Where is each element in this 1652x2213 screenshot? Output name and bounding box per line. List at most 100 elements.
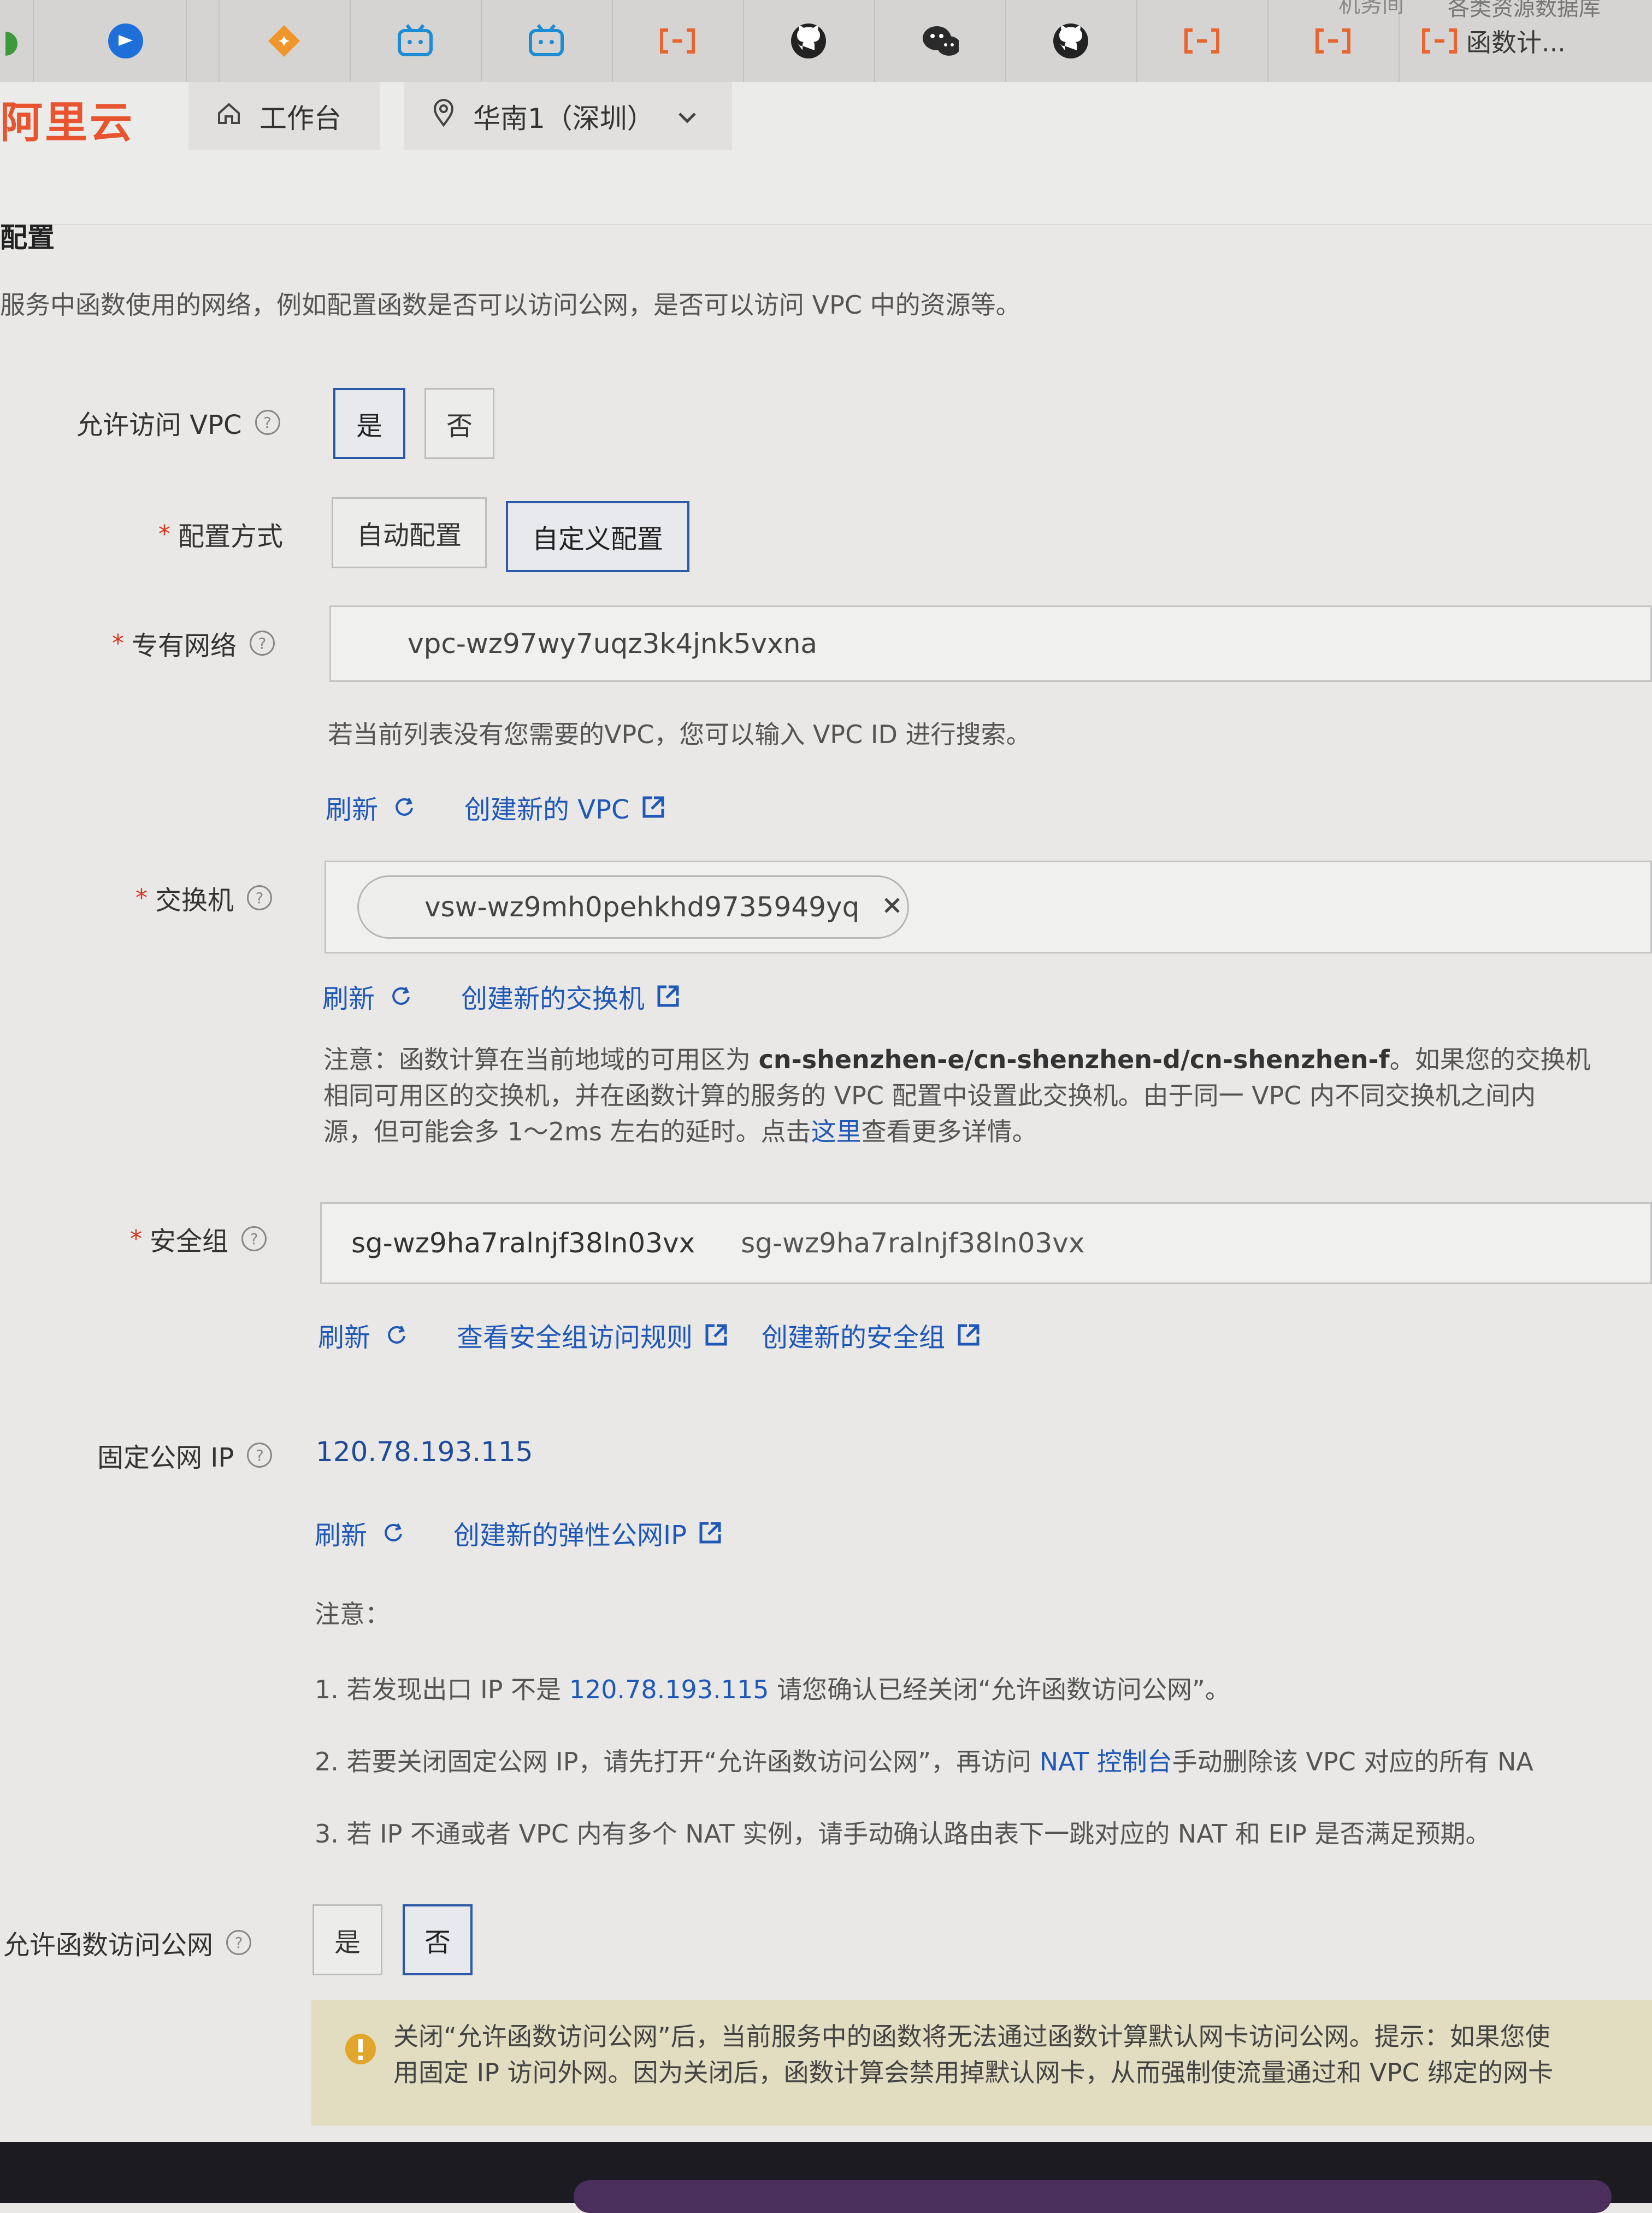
bilibili-tv-icon bbox=[527, 22, 565, 60]
create-vswitch-link[interactable]: 创建新的交换机 bbox=[461, 977, 645, 1015]
label-text: 配置方式 bbox=[178, 521, 284, 552]
note-text: 请您确认已经关闭“允许函数访问公网”。 bbox=[769, 1675, 1230, 1704]
view-sg-rules-link[interactable]: 查看安全组访问规则 bbox=[457, 1316, 693, 1354]
tab-title: 函数计... bbox=[1466, 28, 1566, 57]
external-link-icon[interactable] bbox=[704, 1322, 729, 1347]
vpc-refresh-link[interactable]: 刷新 bbox=[326, 788, 378, 826]
create-vpc-link[interactable]: 创建新的 VPC bbox=[464, 788, 630, 826]
section-title: 配置 bbox=[0, 222, 55, 254]
required-marker: * bbox=[130, 1225, 142, 1253]
eip-refresh-link[interactable]: 刷新 bbox=[315, 1514, 367, 1552]
help-icon[interactable]: ? bbox=[255, 410, 280, 435]
section-description: 服务中函数使用的网络，例如配置函数是否可以访问公网，是否可以访问 VPC 中的资… bbox=[0, 290, 1021, 320]
taskbar-dock bbox=[574, 2180, 1612, 2213]
fixed-ip-note-1: 1. 若发现出口 IP 不是 120.78.193.115 请您确认已经关闭“允… bbox=[315, 1670, 1230, 1706]
github-icon bbox=[1052, 22, 1090, 60]
external-link-icon[interactable] bbox=[656, 984, 681, 1009]
refresh-icon[interactable] bbox=[390, 985, 412, 1007]
workbench-label: 工作台 bbox=[259, 102, 341, 134]
fixed-ip-actions: 刷新 创建新的弹性公网IP bbox=[315, 1514, 756, 1552]
warning-line-1: 关闭“允许函数访问公网”后，当前服务中的函数将无法通过函数计算默认网卡访问公网。… bbox=[393, 2022, 1550, 2051]
required-marker: * bbox=[135, 884, 148, 912]
browser-tab[interactable] bbox=[481, 0, 613, 82]
vswitch-tag-value: vsw-wz9mh0pehkhd9735949yq bbox=[424, 891, 860, 923]
github-icon bbox=[789, 22, 828, 60]
warning-icon bbox=[344, 2033, 377, 2075]
browser-tab[interactable] bbox=[612, 0, 744, 82]
vpc-select[interactable]: vpc-wz97wy7uqz3k4jnk5vxna bbox=[329, 605, 1652, 682]
vpc-actions: 刷新 创建新的 VPC bbox=[326, 788, 699, 826]
browser-tab[interactable] bbox=[1005, 0, 1137, 82]
note-text: 源，但可能会多 1～2ms 左右的延时。点击 bbox=[323, 1117, 811, 1146]
vswitch-refresh-link[interactable]: 刷新 bbox=[322, 977, 375, 1015]
fixed-ip-note-2: 2. 若要关闭固定公网 IP，请先打开“允许函数访问公网”，再访问 NAT 控制… bbox=[315, 1742, 1533, 1778]
internet-access-label: 允许函数访问公网 ? bbox=[3, 1923, 252, 1962]
help-icon[interactable]: ? bbox=[247, 1443, 273, 1468]
region-label: 华南1（深圳） bbox=[473, 102, 654, 134]
browser-tab[interactable] bbox=[350, 0, 482, 82]
help-icon[interactable]: ? bbox=[247, 885, 273, 910]
vpc-hint: 若当前列表没有您需要的VPC，您可以输入 VPC ID 进行搜索。 bbox=[328, 720, 1031, 749]
config-mode-label: * 配置方式 bbox=[158, 515, 283, 553]
refresh-icon[interactable] bbox=[386, 1324, 408, 1346]
note-text: 。如果您的交换机 bbox=[1389, 1045, 1591, 1074]
browser-tab[interactable] bbox=[33, 0, 220, 82]
zones-text: cn-shenzhen-e/cn-shenzhen-d/cn-shenzhen-… bbox=[758, 1045, 1390, 1074]
external-link-icon[interactable] bbox=[956, 1322, 981, 1347]
location-pin-icon bbox=[432, 98, 456, 134]
vpc-access-label: 允许访问 VPC ? bbox=[76, 403, 280, 442]
browser-tab[interactable] bbox=[743, 0, 875, 82]
security-group-value: sg-wz9ha7ralnjf38ln03vx bbox=[351, 1227, 695, 1259]
fixed-ip-label: 固定公网 IP ? bbox=[97, 1436, 273, 1474]
auto-config-button[interactable]: 自动配置 bbox=[332, 497, 487, 568]
label-text: 允许访问 VPC bbox=[76, 410, 242, 440]
vpc-label: * 专有网络 ? bbox=[112, 624, 275, 662]
nat-console-link[interactable]: NAT 控制台 bbox=[1040, 1747, 1172, 1776]
help-icon[interactable]: ? bbox=[250, 631, 275, 656]
help-icon[interactable]: ? bbox=[226, 1930, 252, 1955]
custom-config-button[interactable]: 自定义配置 bbox=[506, 501, 689, 572]
note-text: 2. 若要关闭固定公网 IP，请先打开“允许函数访问公网”，再访问 bbox=[315, 1747, 1040, 1776]
create-sg-link[interactable]: 创建新的安全组 bbox=[762, 1316, 945, 1354]
security-group-search-input[interactable]: sg-wz9ha7ralnjf38ln03vx bbox=[741, 1227, 1084, 1259]
external-link-icon[interactable] bbox=[698, 1520, 723, 1545]
help-icon[interactable]: ? bbox=[241, 1226, 267, 1251]
required-marker: * bbox=[158, 520, 170, 548]
label-text: 交换机 bbox=[155, 885, 234, 916]
refresh-icon[interactable] bbox=[382, 1522, 404, 1544]
function-compute-icon bbox=[1420, 22, 1459, 60]
create-eip-link[interactable]: 创建新的弹性公网IP bbox=[453, 1514, 687, 1552]
browser-tab[interactable] bbox=[874, 0, 1006, 82]
label-text: 专有网络 bbox=[132, 631, 237, 661]
internet-access-no-button[interactable]: 否 bbox=[403, 1904, 473, 1975]
note-text: 1. 若发现出口 IP 不是 bbox=[315, 1675, 569, 1704]
refresh-icon[interactable] bbox=[393, 796, 415, 818]
bookmark-text[interactable]: 机务间 bbox=[1338, 0, 1404, 19]
bookmark-text[interactable]: 各类资源数据库 bbox=[1448, 0, 1601, 22]
vpc-select-value: vpc-wz97wy7uqz3k4jnk5vxna bbox=[408, 628, 818, 660]
home-icon bbox=[216, 100, 242, 133]
browser-tab-bar: ✦ 函数计... 机务间 各类资源数据库 bbox=[0, 0, 1652, 83]
sg-refresh-link[interactable]: 刷新 bbox=[318, 1316, 370, 1354]
vswitch-label: * 交换机 ? bbox=[135, 879, 273, 917]
warning-line-2: 用固定 IP 访问外网。因为关闭后，函数计算会禁用掉默认网卡，从而强制使流量通过… bbox=[393, 2058, 1554, 2087]
note-text: 相同可用区的交换机，并在函数计算的服务的 VPC 配置中设置此交换机。由于同一 … bbox=[323, 1081, 1536, 1110]
details-link[interactable]: 这里 bbox=[811, 1117, 862, 1146]
label-text: 固定公网 IP bbox=[97, 1443, 234, 1473]
note-text: 注意：函数计算在当前地域的可用区为 bbox=[323, 1045, 759, 1074]
vpc-access-no-button[interactable]: 否 bbox=[424, 388, 494, 459]
workbench-button[interactable]: 工作台 bbox=[188, 82, 380, 150]
vswitch-note: 注意：函数计算在当前地域的可用区为 cn-shenzhen-e/cn-shenz… bbox=[323, 1041, 1591, 1150]
label-text: 允许函数访问公网 bbox=[3, 1930, 214, 1961]
vswitch-tag[interactable]: vsw-wz9mh0pehkhd9735949yq bbox=[357, 875, 909, 939]
security-group-select[interactable]: sg-wz9ha7ralnjf38ln03vx sg-wz9ha7ralnjf3… bbox=[320, 1202, 1652, 1284]
vpc-access-yes-button[interactable]: 是 bbox=[333, 388, 405, 459]
internet-access-yes-button[interactable]: 是 bbox=[312, 1904, 382, 1975]
orange-diamond-icon: ✦ bbox=[265, 22, 303, 60]
close-icon[interactable] bbox=[881, 891, 903, 923]
browser-tab[interactable]: ✦ bbox=[219, 0, 351, 82]
browser-tab[interactable] bbox=[1136, 0, 1268, 82]
aliyun-logo[interactable]: 阿里云 bbox=[0, 89, 134, 150]
external-link-icon[interactable] bbox=[641, 794, 666, 820]
region-selector[interactable]: 华南1（深圳） bbox=[404, 82, 732, 150]
